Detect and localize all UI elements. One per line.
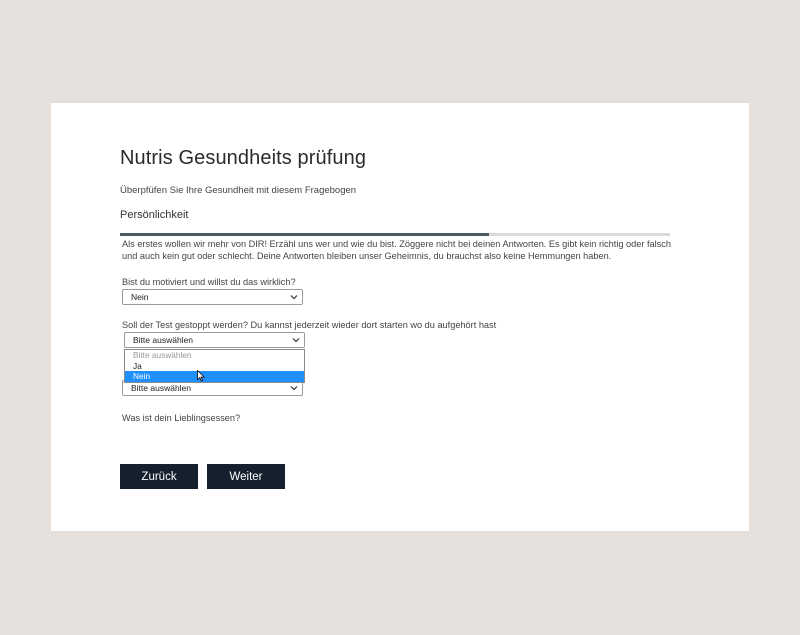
- motivation-select[interactable]: Nein: [122, 289, 303, 305]
- chevron-down-icon: [292, 338, 300, 343]
- stop-test-dropdown: Bitte auswählen Ja Nein: [124, 349, 305, 383]
- dropdown-option-ja[interactable]: Ja: [125, 361, 304, 372]
- intro-text: Als erstes wollen wir mehr von DIR! Erzä…: [122, 239, 671, 261]
- question-stop-label: Soll der Test gestoppt werden? Du kannst…: [122, 320, 497, 330]
- dropdown-option-nein[interactable]: Nein: [125, 371, 304, 382]
- form-card: Nutris Gesundheits prüfung Überpfüfen Si…: [51, 103, 749, 531]
- chevron-down-icon: [290, 386, 298, 391]
- question-3-select-value: Bitte auswählen: [131, 383, 192, 393]
- page-subtitle: Überpfüfen Sie Ihre Gesundheit mit diese…: [120, 185, 357, 196]
- page-title: Nutris Gesundheits prüfung: [120, 147, 367, 169]
- question-food-label: Was ist dein Lieblingsessen?: [122, 413, 241, 423]
- next-button[interactable]: Weiter: [207, 464, 285, 489]
- section-title: Persönlichkeit: [120, 209, 189, 221]
- progress-bar: [120, 233, 670, 236]
- question-motivation-label: Bist du motiviert und willst du das wirk…: [122, 277, 296, 287]
- motivation-select-value: Nein: [131, 292, 149, 302]
- stop-test-select-value: Bitte auswählen: [133, 335, 194, 345]
- back-button[interactable]: Zurück: [120, 464, 198, 489]
- mouse-pointer-icon: [197, 370, 205, 382]
- progress-fill: [120, 233, 489, 236]
- stop-test-select[interactable]: Bitte auswählen: [124, 332, 305, 348]
- dropdown-option-placeholder[interactable]: Bitte auswählen: [125, 350, 304, 361]
- chevron-down-icon: [290, 295, 298, 300]
